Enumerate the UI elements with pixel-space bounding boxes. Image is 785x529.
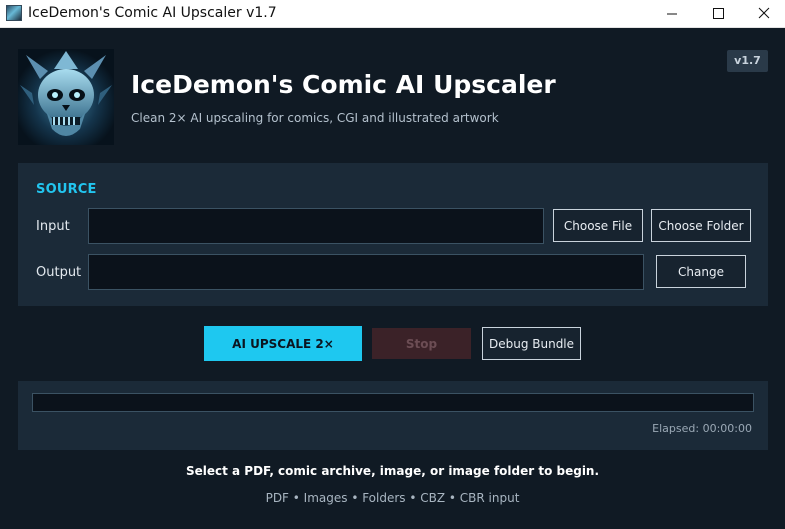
stop-button[interactable]: Stop — [372, 328, 471, 359]
choose-folder-button[interactable]: Choose Folder — [651, 209, 751, 242]
maximize-button[interactable] — [695, 0, 741, 28]
supported-formats: PDF • Images • Folders • CBZ • CBR input — [265, 491, 520, 505]
output-path-field[interactable] — [88, 254, 644, 290]
title-bar[interactable]: IceDemon's Comic AI Upscaler v1.7 — [0, 0, 785, 28]
source-panel: SOURCE Input Choose File Choose Folder O… — [18, 163, 768, 306]
output-label: Output — [36, 265, 82, 280]
close-button[interactable] — [741, 0, 785, 28]
elapsed-time: Elapsed: 00:00:00 — [652, 422, 752, 435]
app-subtitle: Clean 2× AI upscaling for comics, CGI an… — [131, 111, 499, 125]
ai-upscale-button[interactable]: AI UPSCALE 2× — [204, 326, 362, 361]
source-heading: SOURCE — [36, 182, 97, 197]
input-path-field[interactable] — [88, 208, 544, 244]
status-message: Select a PDF, comic archive, image, or i… — [185, 464, 600, 478]
debug-bundle-button[interactable]: Debug Bundle — [482, 327, 581, 360]
minimize-icon — [667, 13, 677, 15]
choose-file-button[interactable]: Choose File — [553, 209, 643, 242]
window-title: IceDemon's Comic AI Upscaler v1.7 — [28, 5, 277, 21]
close-icon — [758, 7, 770, 19]
progress-panel: Elapsed: 00:00:00 — [18, 381, 768, 450]
input-label: Input — [36, 219, 70, 234]
minimize-button[interactable] — [649, 0, 695, 28]
change-output-button[interactable]: Change — [656, 255, 746, 288]
version-badge: v1.7 — [727, 50, 768, 72]
app-title: IceDemon's Comic AI Upscaler — [131, 70, 556, 99]
maximize-icon — [713, 8, 724, 19]
progress-bar — [32, 393, 754, 412]
app-skull-icon — [6, 5, 22, 21]
ice-demon-skull-logo — [18, 49, 114, 145]
